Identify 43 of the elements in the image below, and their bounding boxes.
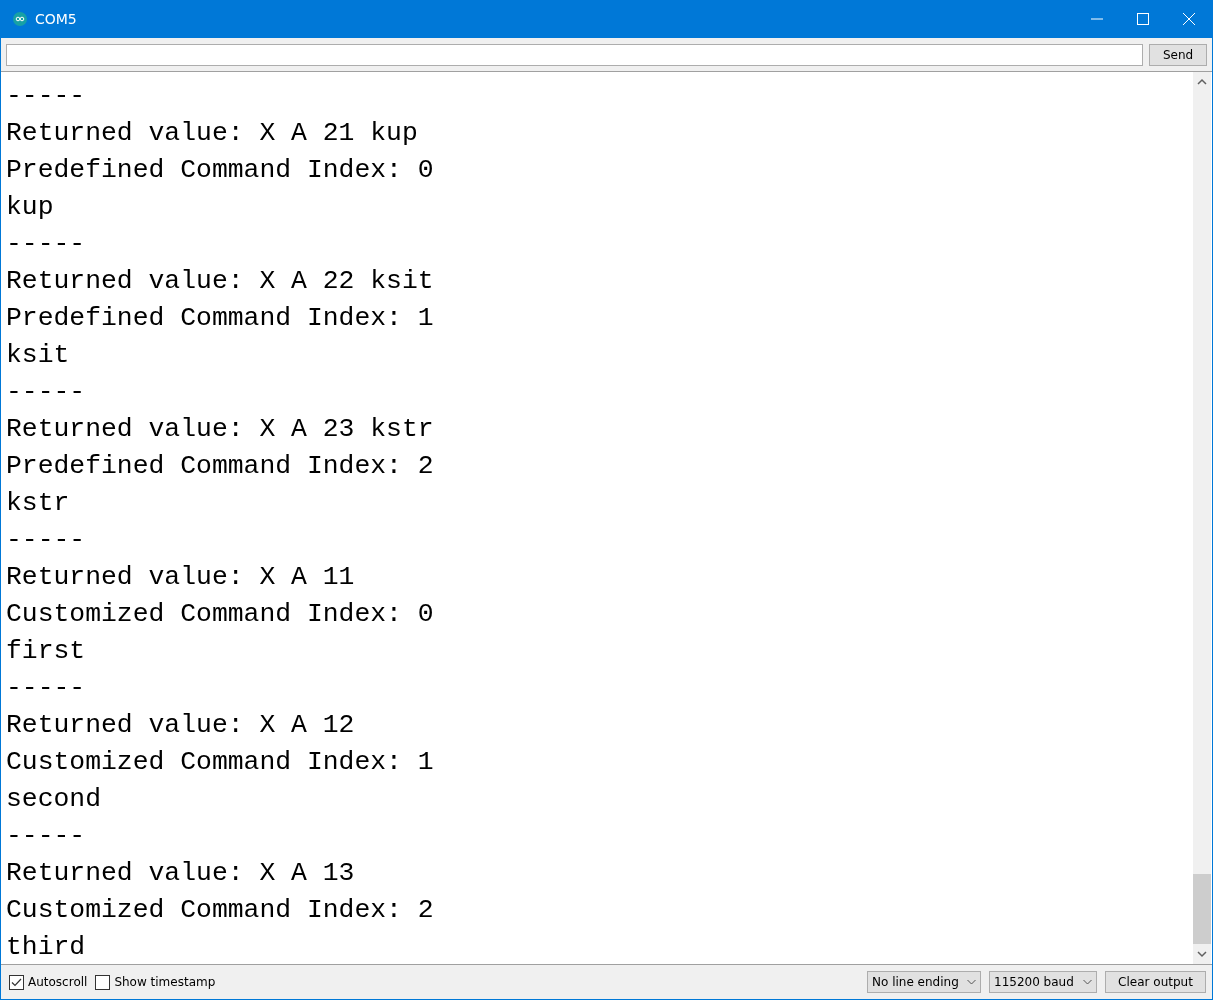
- clear-output-button[interactable]: Clear output: [1105, 971, 1206, 993]
- output-line: -----: [6, 228, 86, 261]
- checkbox[interactable]: [9, 974, 24, 990]
- window-title: COM5: [35, 11, 78, 27]
- output-line: kup: [6, 191, 54, 224]
- output-line: Customized Command Index: 2: [6, 894, 434, 927]
- checkbox-label: Show timestamp: [114, 975, 216, 989]
- close-icon[interactable]: [1183, 13, 1195, 25]
- output-line: third: [6, 931, 86, 964]
- output-line: first: [6, 635, 86, 668]
- output-line: second: [6, 783, 102, 816]
- output-line: Returned value: X A 21 kup: [6, 117, 418, 150]
- output-line: -----: [6, 672, 86, 705]
- maximize-icon[interactable]: [1137, 13, 1149, 25]
- output-line: -----: [6, 820, 86, 853]
- output-line: Customized Command Index: 1: [6, 746, 434, 779]
- output-line: Predefined Command Index: 1: [6, 302, 434, 335]
- output-line: Returned value: X A 11: [6, 561, 355, 594]
- output-line: Returned value: X A 23 kstr: [6, 413, 434, 446]
- output-line: kstr: [6, 487, 70, 520]
- output-line: Predefined Command Index: 0: [6, 154, 434, 187]
- output-line: Returned value: X A 22 ksit: [6, 265, 434, 298]
- checkbox[interactable]: [95, 974, 111, 990]
- output-line: Predefined Command Index: 2: [6, 450, 434, 483]
- baud-rate-dropdown[interactable]: 115200 baud: [989, 971, 1097, 993]
- output-line: -----: [6, 80, 86, 113]
- output-line: ksit: [6, 339, 70, 372]
- line-ending-dropdown[interactable]: No line ending: [867, 971, 981, 993]
- input-field[interactable]: [6, 43, 1143, 66]
- scroll-up-icon[interactable]: [1197, 78, 1207, 86]
- caret-icon: [1083, 979, 1092, 985]
- output-line: Customized Command Index: 0: [6, 598, 434, 631]
- app-logo-icon: [13, 12, 27, 26]
- output-line: -----: [6, 376, 86, 409]
- scrollbar[interactable]: [1193, 72, 1211, 964]
- output-line: -----: [6, 524, 86, 557]
- scrollbar-thumb[interactable]: [1193, 874, 1211, 944]
- output-line: Returned value: X A 12: [6, 709, 355, 742]
- caret-icon: [967, 979, 976, 985]
- output-line: Returned value: X A 13: [6, 857, 355, 890]
- checkbox-label: Autoscroll: [28, 975, 88, 989]
- scroll-down-icon[interactable]: [1197, 950, 1207, 958]
- send-button[interactable]: Send: [1149, 43, 1207, 66]
